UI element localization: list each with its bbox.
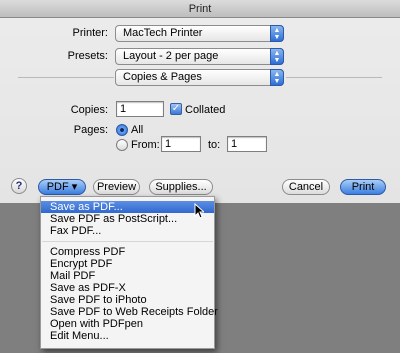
cancel-button[interactable]: Cancel [282,179,330,195]
presets-value: Layout - 2 per page [123,50,219,62]
panel-popup[interactable]: Copies & Pages ▲ ▼ [115,69,284,86]
menu-item-open-with-pdfpen[interactable]: Open with PDFpen [41,318,214,330]
copies-label: Copies: [70,104,108,116]
separator [286,77,382,78]
menu-item-save-pdf-to-iphoto[interactable]: Save PDF to iPhoto [41,294,214,306]
pages-label: Pages: [73,124,108,136]
menu-item-encrypt-pdf[interactable]: Encrypt PDF [41,258,214,270]
pdf-menu: Save as PDF... Save PDF as PostScript...… [40,196,218,349]
popup-arrows-icon: ▲ ▼ [270,25,284,42]
from-label: From: [131,139,160,151]
menu-item-edit-menu[interactable]: Edit Menu... [41,330,214,342]
copies-field[interactable]: 1 [116,101,164,117]
pages-range-radio[interactable] [116,139,128,151]
mouse-pointer-icon [194,203,204,219]
supplies-button[interactable]: Supplies... [149,179,213,195]
print-button[interactable]: Print [340,179,386,195]
menu-item-save-as-pdf[interactable]: Save as PDF... [41,201,214,213]
collated-label: Collated [185,104,226,116]
pages-all-radio[interactable] [116,124,128,136]
popup-arrows-icon: ▲ ▼ [270,69,284,86]
to-field[interactable]: 1 [227,136,267,152]
presets-popup[interactable]: Layout - 2 per page ▲ ▼ [115,48,284,65]
separator [18,77,114,78]
printer-label: Printer: [72,27,108,39]
panel-value: Copies & Pages [123,71,202,83]
background-document-text [250,211,396,331]
presets-label: Presets: [67,50,108,62]
print-dialog: Print Printer: MacTech Printer ▲ ▼ Preset… [0,0,400,203]
collated-checkbox[interactable]: ✓ [170,103,182,115]
menu-item-save-as-pdf-x[interactable]: Save as PDF-X [41,282,214,294]
to-label: to: [208,139,221,151]
menu-item-save-pdf-as-postscript[interactable]: Save PDF as PostScript... [41,213,214,225]
preview-button[interactable]: Preview [93,179,140,195]
printer-popup[interactable]: MacTech Printer ▲ ▼ [115,25,284,42]
pages-all-label: All [131,124,144,136]
menu-item-save-pdf-to-web-receipts[interactable]: Save PDF to Web Receipts Folder [41,306,218,318]
menu-item-fax-pdf[interactable]: Fax PDF... [41,225,214,237]
menu-separator [42,241,213,242]
menu-item-mail-pdf[interactable]: Mail PDF [41,270,214,282]
popup-arrows-icon: ▲ ▼ [270,48,284,65]
menu-item-compress-pdf[interactable]: Compress PDF [41,246,214,258]
pdf-button[interactable]: PDF ▾ [38,179,86,195]
printer-value: MacTech Printer [123,27,203,39]
from-field[interactable]: 1 [161,136,201,152]
dialog-title: Print [0,0,400,18]
help-button[interactable]: ? [11,178,27,194]
